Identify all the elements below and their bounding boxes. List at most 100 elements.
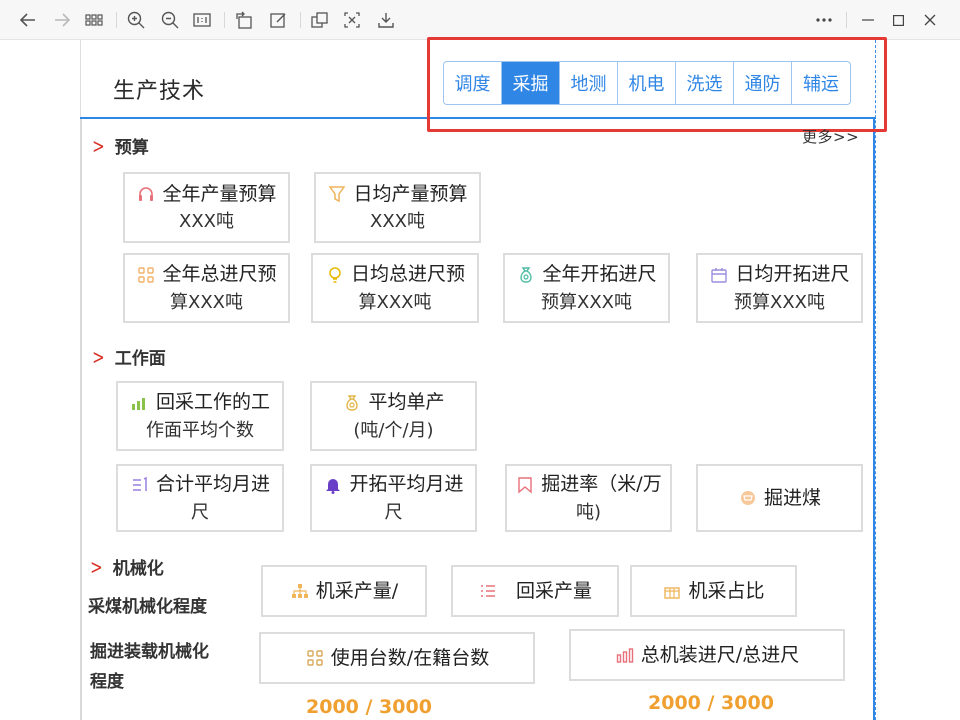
right-border	[873, 118, 875, 720]
card-annual-development-budget[interactable]: 全年开拓进尺 预算XXX吨	[503, 253, 670, 323]
card-value: 预算XXX吨	[734, 291, 825, 313]
card-daily-footage-budget[interactable]: 日均总进尺预 算XXX吨	[311, 253, 479, 323]
rotate-icon[interactable]	[234, 10, 254, 30]
card-value: 算XXX吨	[170, 291, 243, 313]
bulb-icon	[325, 265, 345, 285]
tab-dice[interactable]: 地测	[560, 62, 618, 104]
left-divider	[80, 118, 82, 720]
equipment-ratio-value: 2000 / 3000	[306, 696, 432, 718]
headphone-icon	[136, 184, 156, 204]
more-options-icon[interactable]	[814, 10, 834, 30]
category-tabs: 调度 采掘 地测 机电 洗选 通防 辅运	[443, 61, 851, 105]
card-title: 掘进煤	[763, 486, 821, 509]
card-title: 回采工作的工	[155, 391, 270, 414]
money-bag-icon	[516, 265, 536, 285]
card-daily-development-budget[interactable]: 日均开拓进尺 预算XXX吨	[696, 253, 863, 323]
card-title: 使用台数/在籍台数	[330, 646, 490, 669]
card-title: 平均单产	[368, 391, 445, 414]
card-total-avg-monthly-footage[interactable]: 合计平均月进 尺	[116, 464, 284, 532]
chevron-right-icon: >	[92, 133, 105, 158]
org-chart-icon	[290, 581, 310, 601]
card-title: 掘进率（米/万	[541, 473, 662, 496]
card-development-avg-monthly-footage[interactable]: 开拓平均月进 尺	[310, 464, 477, 532]
card-annual-footage-budget[interactable]: 全年总进尺预 算XXX吨	[123, 253, 290, 323]
bar-chart-icon	[615, 645, 635, 665]
calendar-icon	[709, 265, 729, 285]
card-value: 吨)	[575, 501, 602, 523]
section-workface: > 工作面	[90, 344, 166, 370]
card-title: 合计平均月进	[155, 473, 270, 496]
close-icon[interactable]	[920, 10, 940, 30]
card-annual-output-budget[interactable]: 全年产量预算 XXX吨	[123, 172, 290, 243]
gift-icon	[662, 581, 682, 601]
forward-arrow-icon[interactable]	[52, 10, 72, 30]
card-value: 作面平均个数	[146, 419, 254, 441]
card-daily-output-budget[interactable]: 日均产量预算 XXX吨	[314, 172, 481, 243]
section-budget: > 预算	[90, 133, 149, 159]
coal-mechanization-label: 采煤机械化程度	[88, 597, 207, 617]
grid-icon	[136, 265, 156, 285]
section-mechanization-label: 机械化	[112, 559, 164, 579]
bell-icon	[323, 475, 343, 495]
section-mechanization: > 机械化	[88, 554, 164, 580]
card-mechanized-footage[interactable]: 总机装进尺/总进尺	[569, 629, 845, 681]
card-title: 机采产量/	[315, 579, 399, 602]
tab-jidian[interactable]: 机电	[618, 62, 676, 104]
tab-caijue[interactable]: 采掘	[502, 62, 560, 104]
crop-icon[interactable]	[342, 10, 362, 30]
card-value: XXX吨	[370, 211, 425, 233]
maximize-icon[interactable]	[888, 10, 908, 30]
thumbnails-icon[interactable]	[84, 10, 104, 30]
tab-xixuan[interactable]: 洗选	[676, 62, 734, 104]
tunnel-mechanization-label-line1: 掘进装载机械化	[90, 642, 209, 662]
card-title: 回采产量	[515, 579, 592, 602]
card-value: 算XXX吨	[358, 291, 432, 313]
more-link[interactable]: 更多>>	[802, 126, 859, 147]
card-title: 开拓平均月进	[349, 473, 464, 496]
card-mining-output[interactable]: 回采产量	[451, 565, 619, 617]
card-avg-working-faces[interactable]: 回采工作的工 作面平均个数	[116, 381, 284, 451]
card-mechanized-ratio[interactable]: 机采占比	[630, 565, 797, 617]
page-title: 生产技术	[113, 79, 206, 104]
card-title: 全年总进尺预	[162, 263, 277, 286]
tab-diaodu[interactable]: 调度	[444, 62, 502, 104]
content-panel	[80, 40, 876, 720]
zoom-out-icon[interactable]	[160, 10, 180, 30]
actual-size-icon[interactable]	[192, 10, 212, 30]
card-excavation-coal[interactable]: 掘进煤	[696, 464, 863, 532]
bookmark-icon	[515, 475, 535, 495]
copy-icon[interactable]	[310, 10, 330, 30]
list-icon	[478, 581, 498, 601]
zoom-in-icon[interactable]	[126, 10, 146, 30]
card-title: 日均产量预算	[353, 182, 468, 205]
card-title: 全年产量预算	[162, 182, 277, 205]
tab-fuyun[interactable]: 辅运	[792, 62, 850, 104]
cart-icon	[738, 488, 758, 508]
card-value: 尺	[384, 501, 403, 523]
card-mechanized-output[interactable]: 机采产量/	[261, 565, 427, 617]
card-excavation-rate[interactable]: 掘进率（米/万 吨)	[505, 464, 672, 532]
card-avg-unit-output[interactable]: 平均单产 (吨/个/月)	[310, 381, 477, 451]
section-workface-label: 工作面	[114, 349, 166, 369]
chevron-right-icon: >	[92, 344, 105, 369]
back-arrow-icon[interactable]	[18, 10, 38, 30]
card-title: 日均总进尺预	[350, 263, 465, 286]
edit-icon[interactable]	[268, 10, 288, 30]
minimize-icon[interactable]	[858, 10, 878, 30]
card-title: 总机装进尺/总进尺	[640, 643, 800, 666]
card-title: 全年开拓进尺	[542, 263, 657, 286]
money-bag-icon	[342, 393, 362, 413]
card-value: 尺	[191, 501, 209, 523]
card-value: (吨/个/月)	[353, 419, 434, 441]
footage-ratio-value: 2000 / 3000	[648, 692, 774, 714]
bar-chart-icon	[130, 393, 150, 413]
card-value: XXX吨	[179, 211, 234, 233]
card-title: 机采占比	[688, 579, 765, 602]
card-equipment-in-use[interactable]: 使用台数/在籍台数	[259, 632, 535, 684]
chevron-right-icon: >	[90, 554, 103, 579]
browser-toolbar	[0, 0, 960, 40]
tab-tongfang[interactable]: 通防	[734, 62, 792, 104]
grid-icon	[305, 648, 325, 668]
card-value: 预算XXX吨	[541, 291, 632, 313]
download-icon[interactable]	[376, 10, 396, 30]
